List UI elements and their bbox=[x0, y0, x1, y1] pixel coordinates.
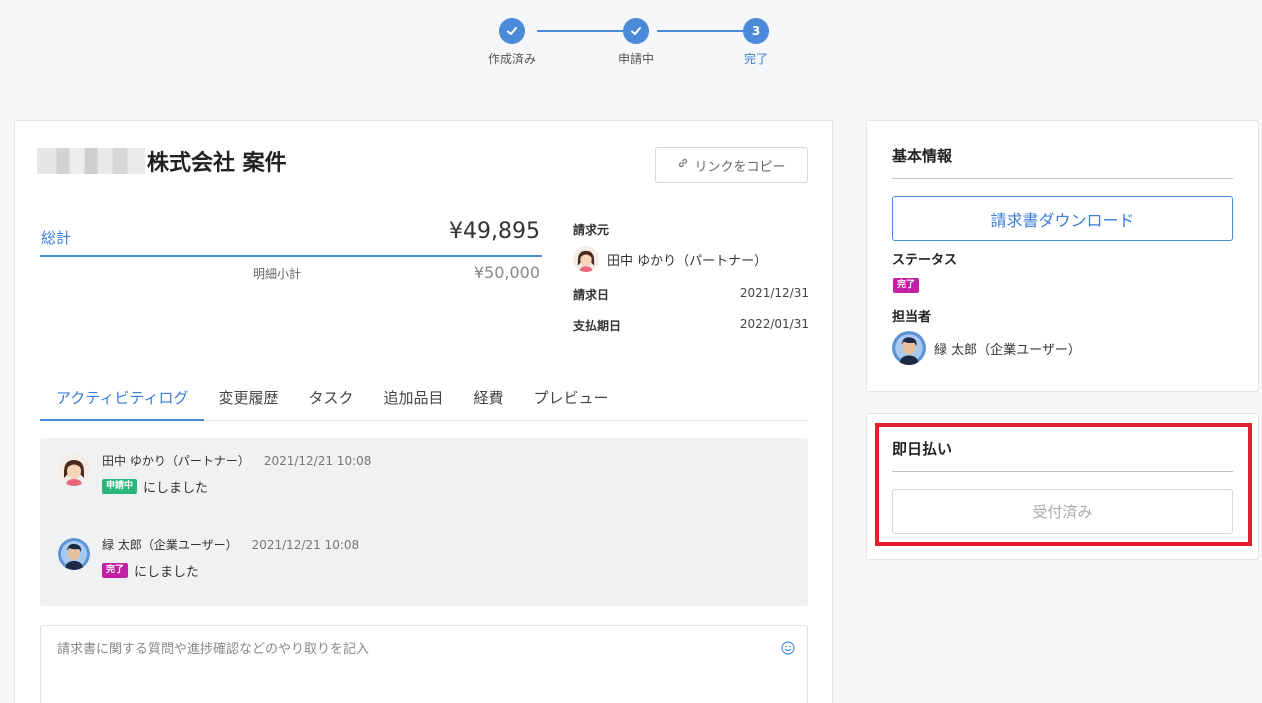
billing-from-name: 田中 ゆかり（パートナー） bbox=[607, 253, 768, 269]
download-invoice-button[interactable]: 請求書ダウンロード bbox=[892, 196, 1233, 241]
basic-info-title: 基本情報 bbox=[892, 145, 1233, 179]
tab-change-history[interactable]: 変更履歴 bbox=[218, 377, 278, 421]
activity-log: 田中 ゆかり（パートナー） 2021/12/21 10:08 申請中 にしました … bbox=[40, 438, 808, 606]
progress-stepper: 作成済み 申請中 3 完了 bbox=[480, 18, 780, 78]
list-item: 田中 ゆかり（パートナー） 2021/12/21 10:08 申請中 にしました bbox=[58, 452, 371, 496]
check-icon bbox=[623, 18, 649, 44]
invoice-date-value: 2021/12/31 bbox=[739, 286, 809, 300]
subtotal-value: ¥50,000 bbox=[473, 263, 540, 282]
tab-expenses[interactable]: 経費 bbox=[474, 377, 504, 421]
log-user: 田中 ゆかり（パートナー） bbox=[102, 454, 250, 468]
avatar bbox=[58, 538, 90, 570]
subtotal-label: 明細小計 bbox=[253, 267, 302, 281]
tab-tasks[interactable]: タスク bbox=[308, 377, 353, 421]
log-text: にしました bbox=[134, 565, 200, 580]
log-user: 緑 太郎（企業ユーザー） bbox=[102, 538, 238, 552]
total-value: ¥49,895 bbox=[449, 219, 540, 244]
check-icon bbox=[499, 18, 525, 44]
total-label: 総計 bbox=[41, 229, 72, 247]
assignee-name: 緑 太郎（企業ユーザー） bbox=[934, 342, 1081, 358]
status-label: ステータス bbox=[892, 253, 958, 268]
project-title-text: 株式会社 案件 bbox=[147, 151, 287, 176]
step-label: 完了 bbox=[743, 52, 768, 66]
status-badge: 申請中 bbox=[102, 479, 138, 494]
list-item: 緑 太郎（企業ユーザー） 2021/12/21 10:08 完了 にしました bbox=[58, 536, 359, 580]
step-complete: 3 完了 bbox=[716, 18, 796, 67]
avatar bbox=[58, 454, 90, 486]
log-time: 2021/12/21 10:08 bbox=[251, 538, 360, 552]
invoice-date-row: 請求日 2021/12/31 bbox=[573, 286, 809, 303]
due-date-row: 支払期日 2022/01/31 bbox=[573, 317, 809, 334]
highlight-box bbox=[875, 423, 1252, 546]
step-label: 作成済み bbox=[487, 52, 536, 66]
invoice-date-label: 請求日 bbox=[573, 288, 610, 302]
status-badge: 完了 bbox=[893, 278, 920, 293]
assignee: 緑 太郎（企業ユーザー） bbox=[892, 331, 1081, 365]
tab-additional-items[interactable]: 追加品目 bbox=[383, 377, 443, 421]
billing-from: 田中 ゆかり（パートナー） bbox=[573, 246, 809, 272]
copy-link-button[interactable]: リンクをコピー bbox=[655, 147, 808, 183]
tab-activity-log[interactable]: アクティビティログ bbox=[40, 377, 205, 421]
comment-placeholder: 請求書に関する質問や進捗確認などのやり取りを記入 bbox=[57, 642, 370, 657]
billing-from-label: 請求元 bbox=[573, 223, 610, 237]
link-icon bbox=[677, 157, 689, 173]
assignee-label: 担当者 bbox=[892, 310, 932, 325]
total-row: 総計 ¥49,895 bbox=[40, 219, 542, 257]
copy-link-label: リンクをコピー bbox=[694, 159, 786, 175]
project-card: 株式会社 案件 リンクをコピー 総計 ¥49,895 明細小計 ¥50,000 … bbox=[14, 120, 833, 703]
step-applying: 申請中 bbox=[596, 18, 676, 67]
invoice-meta: 請求元 田中 ゆかり（パートナー） 請求日 2021/12/31 支払期日 20… bbox=[573, 221, 809, 334]
tab-bar: アクティビティログ 変更履歴 タスク 追加品目 経費 プレビュー bbox=[40, 377, 808, 421]
step-label: 申請中 bbox=[617, 52, 654, 66]
step-created: 作成済み bbox=[472, 18, 552, 67]
redacted-company-name bbox=[37, 148, 145, 174]
due-date-label: 支払期日 bbox=[573, 319, 622, 333]
basic-info-card: 基本情報 請求書ダウンロード ステータス 完了 担当者 緑 太郎（企業ユーザー） bbox=[866, 120, 1259, 392]
step-number: 3 bbox=[743, 18, 769, 44]
comment-input[interactable]: 請求書に関する質問や進捗確認などのやり取りを記入 bbox=[40, 625, 808, 703]
avatar bbox=[892, 331, 926, 365]
log-time: 2021/12/21 10:08 bbox=[263, 454, 372, 468]
avatar bbox=[573, 246, 599, 272]
due-date-value: 2022/01/31 bbox=[739, 317, 809, 331]
tab-preview[interactable]: プレビュー bbox=[534, 377, 609, 421]
page-title: 株式会社 案件 bbox=[37, 145, 287, 177]
log-text: にしました bbox=[143, 481, 209, 496]
emoji-icon[interactable] bbox=[781, 640, 795, 655]
status-badge: 完了 bbox=[102, 563, 129, 578]
